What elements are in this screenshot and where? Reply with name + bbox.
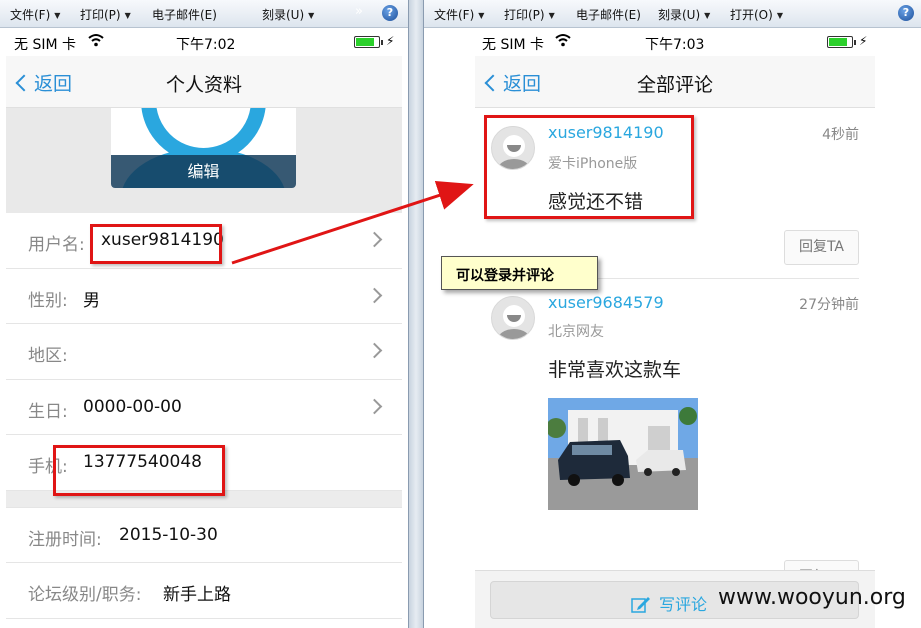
menu-file[interactable]: 文件(F) ▼ — [10, 6, 60, 23]
comment-username[interactable]: xuser9684579 — [548, 293, 664, 312]
menu-email[interactable]: 电子邮件(E) — [576, 6, 641, 23]
menu-file[interactable]: 文件(F) ▼ — [434, 6, 484, 23]
page-title: 个人资料 — [165, 74, 242, 96]
chevron-right-icon — [366, 398, 383, 414]
gender-row[interactable]: 性别: 男 — [6, 269, 402, 324]
left-viewer-window: 文件(F) ▼ 打印(P) ▼ 电子邮件(E) 刻录(U) ▼ » ? 无 SIM 卡… — [0, 0, 409, 628]
birthday-row[interactable]: 生日: 0000-00-00 — [6, 380, 402, 435]
comment-item: xuser9684579 27分钟前 北京网友 非常喜欢这款车 — [475, 280, 875, 595]
menu-open[interactable]: 打开(O) ▼ — [730, 6, 783, 23]
right-menubar: 文件(F) ▼ 打印(P) ▼ 电子邮件(E) 刻录(U) ▼ 打开(O) ▼ ? — [424, 0, 921, 28]
register-date-value: 2015-10-30 — [119, 524, 218, 545]
profile-screen: 无 SIM 卡 下午7:02 ⚡ 返回 个人资料 编辑 用户名: xuser98… — [6, 28, 402, 628]
status-time: 下午7:03 — [645, 37, 705, 53]
field-label: 论坛级别/职务: — [28, 585, 142, 605]
status-bar: 无 SIM 卡 下午7:02 ⚡ — [6, 28, 402, 56]
gender-value: 男 — [83, 290, 100, 311]
field-label: 生日: — [28, 401, 68, 422]
help-icon[interactable]: ? — [898, 5, 914, 21]
menu-burn[interactable]: 刻录(U) ▼ — [658, 6, 710, 23]
forum-level-value: 新手上路 — [163, 585, 231, 605]
charging-icon: ⚡ — [859, 34, 868, 48]
dropdown-arrow-icon: ▼ — [776, 11, 783, 20]
highlight-comment-box — [484, 115, 694, 219]
comment-photo[interactable] — [548, 398, 698, 510]
dropdown-arrow-icon: ▼ — [124, 11, 131, 20]
page-title: 全部评论 — [636, 74, 713, 96]
chevron-right-icon — [366, 231, 383, 248]
comment-time: 27分钟前 — [799, 297, 859, 313]
menu-burn[interactable]: 刻录(U) ▼ — [262, 6, 314, 23]
status-bar: 无 SIM 卡 下午7:03 ⚡ — [475, 28, 875, 56]
dropdown-arrow-icon: ▼ — [704, 11, 711, 20]
forum-level-row: 论坛级别/职务: 新手上路 — [6, 563, 402, 619]
highlight-username-box — [90, 224, 222, 264]
birthday-value: 0000-00-00 — [83, 396, 182, 417]
menu-more-icon[interactable]: » — [355, 4, 363, 19]
carrier-label: 无 SIM 卡 — [482, 37, 544, 53]
watermark: www.wooyun.org — [718, 585, 906, 610]
battery-icon — [827, 36, 856, 48]
dropdown-arrow-icon: ▼ — [478, 11, 485, 20]
charging-icon: ⚡ — [386, 34, 395, 48]
nav-bar: 返回 个人资料 — [6, 56, 402, 108]
reply-button[interactable]: 回复TA — [784, 230, 859, 265]
window-splitter[interactable] — [409, 0, 423, 628]
dropdown-arrow-icon: ▼ — [54, 11, 61, 20]
carrier-label: 无 SIM 卡 — [14, 37, 76, 53]
highlight-phone-box — [53, 445, 225, 496]
wifi-icon — [88, 34, 104, 47]
comment-time: 4秒前 — [822, 127, 859, 143]
comment-source: 北京网友 — [548, 324, 604, 340]
field-label: 注册时间: — [28, 529, 102, 550]
pencil-icon — [631, 597, 650, 613]
comment-text: 非常喜欢这款车 — [548, 359, 682, 381]
edit-avatar-button[interactable]: 编辑 — [111, 155, 296, 188]
avatar[interactable]: 编辑 — [111, 108, 296, 188]
annotation-tooltip: 可以登录并评论 — [441, 256, 598, 290]
status-time: 下午7:02 — [176, 37, 236, 53]
profile-fields: 用户名: xuser9814190 性别: 男 地区: 生日: 0000-00-… — [6, 213, 402, 619]
menu-print[interactable]: 打印(P) ▼ — [504, 6, 555, 23]
menu-print[interactable]: 打印(P) ▼ — [80, 6, 131, 23]
menu-email[interactable]: 电子邮件(E) — [152, 6, 217, 23]
field-label: 性别: — [28, 290, 68, 311]
register-date-row: 注册时间: 2015-10-30 — [6, 508, 402, 563]
chevron-right-icon — [366, 287, 383, 303]
write-comment-button[interactable]: 写评论 — [631, 591, 707, 615]
help-icon[interactable]: ? — [382, 5, 398, 21]
field-label: 用户名: — [28, 235, 85, 255]
field-label: 地区: — [28, 346, 68, 366]
chevron-right-icon — [366, 342, 383, 359]
nav-bar: 返回 全部评论 — [475, 56, 875, 108]
left-menubar: 文件(F) ▼ 打印(P) ▼ 电子邮件(E) 刻录(U) ▼ » ? — [0, 0, 408, 28]
wifi-icon — [555, 34, 571, 47]
dropdown-arrow-icon: ▼ — [548, 11, 555, 20]
avatar[interactable] — [491, 296, 535, 340]
region-row[interactable]: 地区: — [6, 324, 402, 380]
battery-icon — [354, 36, 383, 48]
dropdown-arrow-icon: ▼ — [308, 11, 315, 20]
van-photo-image — [548, 398, 698, 510]
